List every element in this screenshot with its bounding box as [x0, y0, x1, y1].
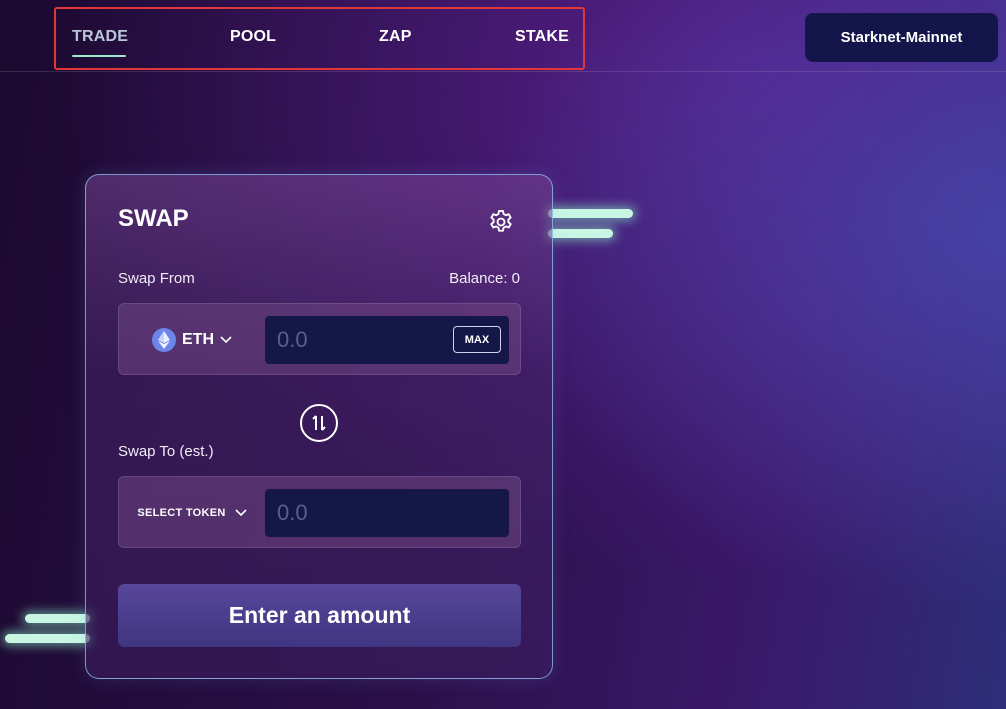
- from-amount-input[interactable]: 0.0 MAX: [265, 316, 509, 364]
- nav-tab-zap[interactable]: ZAP: [379, 28, 412, 46]
- nav-active-underline: [72, 55, 126, 57]
- select-token-label: SELECT TOKEN: [137, 507, 226, 519]
- top-nav: TRADE POOL ZAP STAKE Starknet-Mainnet: [0, 0, 1006, 72]
- swap-from-box: ETH 0.0 MAX: [118, 303, 521, 375]
- to-token-selector[interactable]: SELECT TOKEN: [119, 477, 265, 549]
- swap-card: SWAP Swap From Balance: 0 ETH 0.0 MAX Sw…: [85, 174, 553, 679]
- decorative-glow-line: [548, 209, 633, 218]
- to-amount-input[interactable]: 0.0: [265, 489, 509, 537]
- decorative-glow-line: [25, 614, 90, 623]
- swap-from-label: Swap From: [118, 270, 195, 287]
- to-amount-placeholder: 0.0: [277, 500, 308, 525]
- nav-highlight-box: [54, 7, 585, 70]
- nav-tab-pool[interactable]: POOL: [230, 28, 276, 46]
- network-button[interactable]: Starknet-Mainnet: [805, 13, 998, 62]
- from-token-name: ETH: [182, 331, 214, 348]
- nav-tab-trade[interactable]: TRADE: [72, 28, 128, 46]
- max-button[interactable]: MAX: [453, 326, 501, 353]
- gear-icon[interactable]: [487, 208, 515, 236]
- chevron-down-icon: [220, 336, 232, 344]
- nav-tab-stake[interactable]: STAKE: [515, 28, 569, 46]
- swap-arrows-icon: [312, 415, 326, 431]
- from-amount-placeholder: 0.0: [277, 327, 308, 352]
- from-token-selector[interactable]: ETH: [119, 304, 265, 376]
- switch-direction-button[interactable]: [300, 404, 338, 442]
- swap-title: SWAP: [118, 205, 189, 232]
- swap-to-label: Swap To (est.): [118, 443, 214, 460]
- chevron-down-icon: [235, 509, 247, 517]
- enter-amount-button[interactable]: Enter an amount: [118, 584, 521, 647]
- ethereum-icon: [152, 328, 176, 352]
- swap-to-box: SELECT TOKEN 0.0: [118, 476, 521, 548]
- decorative-glow-line: [5, 634, 90, 643]
- balance-text: Balance: 0: [449, 270, 520, 287]
- decorative-glow-line: [548, 229, 613, 238]
